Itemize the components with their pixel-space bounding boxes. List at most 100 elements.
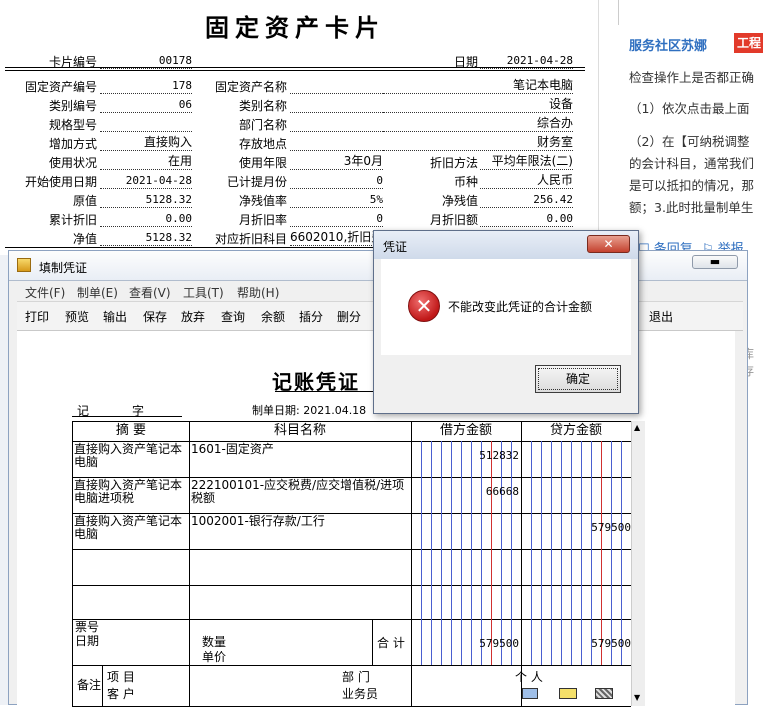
menu-edit[interactable]: 制单(E) xyxy=(77,284,118,301)
balance-button[interactable]: 余额 xyxy=(261,308,285,325)
dialog-titlebar[interactable]: 凭证 ✕ xyxy=(374,231,638,259)
card-value: 平均年限法(二) xyxy=(480,154,573,170)
calculator-icon[interactable] xyxy=(522,688,538,699)
voucher-window-title: 填制凭证 xyxy=(39,261,88,275)
card-title: 固定资产卡片 xyxy=(205,13,385,42)
card-value: 5128.32 xyxy=(100,192,192,208)
panel-header[interactable]: 服务社区苏娜 xyxy=(629,35,707,54)
card-value xyxy=(290,78,383,94)
query-button[interactable]: 查询 xyxy=(221,308,245,325)
card-label: 原值 xyxy=(72,194,97,208)
exit-button[interactable]: 退出 xyxy=(649,308,673,325)
entry-summary[interactable]: 直接购入资产笔记本电脑 xyxy=(74,443,188,469)
project-label: 项 目 xyxy=(107,670,135,684)
card-value: 5% xyxy=(290,192,383,208)
asset-card: 固定资产卡片 卡片编号 00178 日期 2021-04-28 固定资产编号 178 固定资… xyxy=(0,0,590,255)
voucher-title-underline xyxy=(275,391,375,392)
community-panel: 服务社区苏娜 工程 检查操作上是否都正确 （1）依次点击最上面 （2）在【可纳税… xyxy=(598,0,763,255)
grid-line xyxy=(72,421,631,422)
amount-digit-line xyxy=(421,441,422,665)
error-dialog: 凭证 ✕ ✕ 不能改变此凭证的合计金额 确定 xyxy=(373,230,639,414)
entry-debit[interactable]: 512832 xyxy=(417,449,519,462)
remark-label: 备注 xyxy=(77,678,102,692)
dialog-body: ✕ 不能改变此凭证的合计金额 xyxy=(381,259,631,355)
customer-label: 客 户 xyxy=(107,687,135,701)
dialog-close-button[interactable]: ✕ xyxy=(587,235,630,253)
print-button[interactable]: 打印 xyxy=(25,308,49,325)
panel-divider xyxy=(599,0,619,25)
card-value: 3年0月 xyxy=(290,154,383,170)
card-value: 00178 xyxy=(100,53,192,69)
card-value xyxy=(290,116,383,132)
amount-digit-line xyxy=(611,441,612,665)
grid-line xyxy=(72,421,73,706)
card-label: 类别编号 xyxy=(48,99,97,113)
amount-digit-line xyxy=(581,441,582,665)
amount-digit-line xyxy=(591,441,592,665)
amount-digit-line xyxy=(471,441,472,665)
card-label: 开始使用日期 xyxy=(24,175,97,189)
total-debit: 579500 xyxy=(479,637,519,650)
grid-line xyxy=(372,619,373,665)
card-value: 0.00 xyxy=(480,211,573,227)
ticket-no-label: 票号 xyxy=(75,620,100,634)
grid-line xyxy=(411,421,412,706)
card-value: 在用 xyxy=(100,154,192,170)
grid-line xyxy=(72,665,631,666)
preview-button[interactable]: 预览 xyxy=(65,308,89,325)
salesperson-label: 业务员 xyxy=(342,687,379,701)
card-value xyxy=(290,135,383,151)
export-button[interactable]: 输出 xyxy=(103,308,127,325)
amount-digit-line xyxy=(561,441,562,665)
delete-entry-button[interactable]: 删分 xyxy=(337,308,361,325)
entry-account[interactable]: 1002001-银行存款/工行 xyxy=(191,515,409,528)
card-label: 日期 xyxy=(453,55,478,69)
card-label: 月折旧额 xyxy=(429,213,478,227)
card-label: 币种 xyxy=(453,175,478,189)
vertical-scrollbar[interactable]: ▲ ▼ xyxy=(631,421,645,706)
person-label: 个 人 xyxy=(515,670,543,684)
card-label: 固定资产编号 xyxy=(24,80,97,94)
amount-digit-line xyxy=(531,441,532,665)
menu-help[interactable]: 帮助(H) xyxy=(237,284,279,301)
card-label: 净残值率 xyxy=(238,194,287,208)
amount-digit-line xyxy=(491,441,492,665)
panel-line-5: 是可以抵扣的情况，那 xyxy=(629,178,755,193)
grid-line xyxy=(189,421,190,706)
menu-view[interactable]: 查看(V) xyxy=(129,284,171,301)
panel-badge: 工程 xyxy=(734,33,763,53)
amount-digit-line xyxy=(481,441,482,665)
debit-header: 借方金额 xyxy=(439,423,492,438)
card-label: 使用状况 xyxy=(48,156,97,170)
menu-file[interactable]: 文件(F) xyxy=(25,284,65,301)
card-value: 0 xyxy=(290,211,383,227)
card-label: 类别名称 xyxy=(238,99,287,113)
entry-credit[interactable]: 579500 xyxy=(527,521,631,534)
grid-icon[interactable] xyxy=(595,688,613,699)
card-value: 人民币 xyxy=(480,173,573,189)
card-label: 部门名称 xyxy=(238,118,287,132)
voucher-date: 制单日期: 2021.04.18 xyxy=(252,404,367,417)
discard-button[interactable]: 放弃 xyxy=(181,308,205,325)
minimize-icon[interactable]: ▬ xyxy=(692,255,738,269)
entry-summary[interactable]: 直接购入资产笔记本电脑 xyxy=(74,515,188,541)
entry-summary[interactable]: 直接购入资产笔记本电脑进项税 xyxy=(74,479,188,505)
summary-header: 摘 要 xyxy=(115,423,147,438)
menu-tools[interactable]: 工具(T) xyxy=(183,284,224,301)
ok-button[interactable]: 确定 xyxy=(535,365,621,393)
card-label: 净残值 xyxy=(441,194,478,208)
card-icon[interactable] xyxy=(559,688,577,699)
card-label: 卡片编号 xyxy=(48,55,97,69)
entry-account[interactable]: 222100101-应交税费/应交增值税/进项税额 xyxy=(191,479,409,505)
background-strip xyxy=(0,255,8,705)
save-button[interactable]: 保存 xyxy=(143,308,167,325)
total-credit: 579500 xyxy=(591,637,631,650)
entry-debit[interactable]: 66668 xyxy=(417,485,519,498)
scroll-up-icon[interactable]: ▲ xyxy=(634,423,640,432)
entry-account[interactable]: 1601-固定资产 xyxy=(191,443,409,456)
card-value xyxy=(100,116,192,132)
amount-digit-line xyxy=(431,441,432,665)
scroll-down-icon[interactable]: ▼ xyxy=(634,693,640,702)
amount-digit-line xyxy=(571,441,572,665)
insert-entry-button[interactable]: 插分 xyxy=(299,308,323,325)
